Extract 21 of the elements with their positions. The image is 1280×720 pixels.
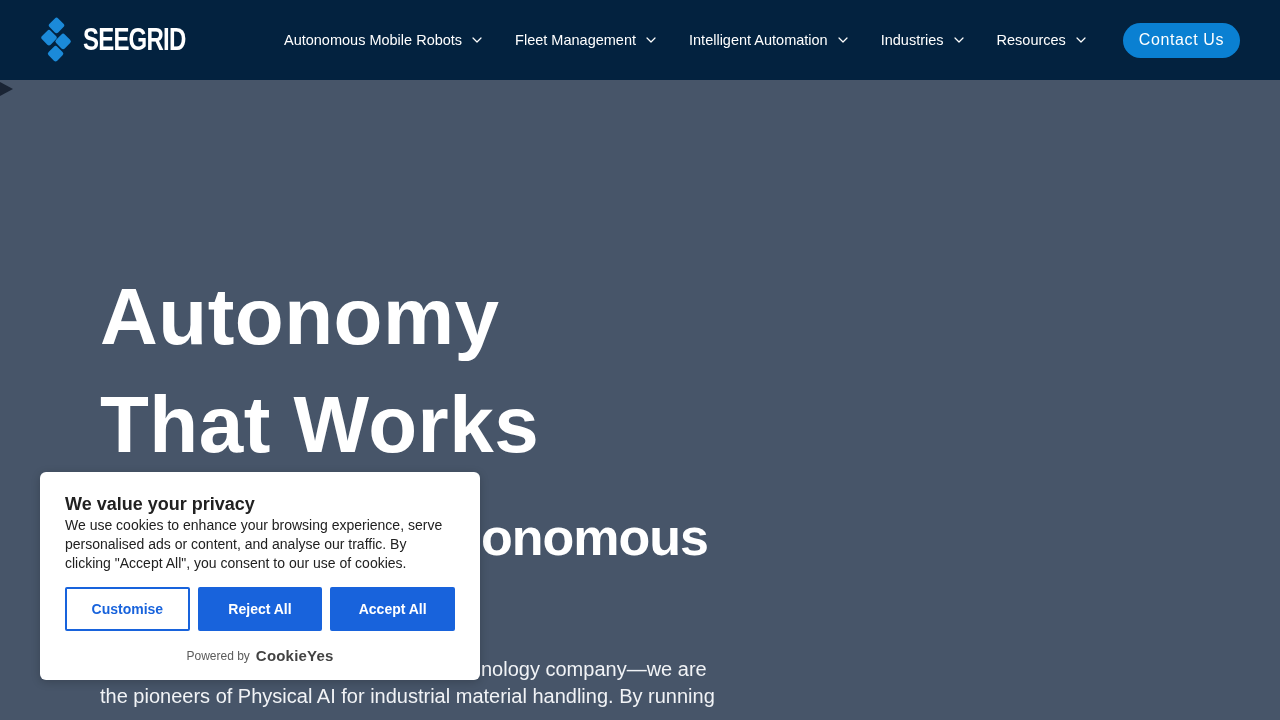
hero-title-line: That Works [100, 379, 540, 471]
triangle-icon [0, 82, 13, 96]
nav-menu-item[interactable]: Industries [880, 32, 967, 48]
hero-intro-text: the pioneers of Physical AI for industrial material handling. By running [100, 684, 715, 709]
hero-intro-text: nology company—we are [481, 657, 707, 682]
logo-wordmark[interactable]: SEEGRID [83, 21, 186, 59]
nav-menu-item[interactable]: Resources [996, 32, 1089, 48]
diamond-logo-icon [41, 17, 73, 63]
cookie-banner-title: We value your privacy [65, 493, 256, 516]
nav-menu-item[interactable]: Autonomous Mobile Robots [283, 32, 486, 48]
consent-button[interactable]: Accept All [330, 587, 455, 631]
nav-menu-item[interactable]: Intelligent Automation [689, 32, 851, 48]
cookie-banner-text: We use cookies to enhance your browsing experience, serve personalised ads or content, and analyse our traffic. By clicking "Accept All", you consent to our use of cookies. [65, 516, 444, 573]
hero-title-line: Autonomy [100, 271, 500, 363]
customise-button[interactable]: Customise [65, 587, 190, 631]
hero-subtitle: onomous [481, 507, 708, 568]
consent-button[interactable]: Reject All [197, 587, 323, 631]
powered-by-text: Powered by [186, 648, 250, 663]
contact-button[interactable]: Contact Us [1122, 22, 1240, 58]
nav-menu-item[interactable]: Fleet Management [515, 32, 659, 48]
brand-logo-text[interactable]: CookieYes [255, 647, 334, 664]
